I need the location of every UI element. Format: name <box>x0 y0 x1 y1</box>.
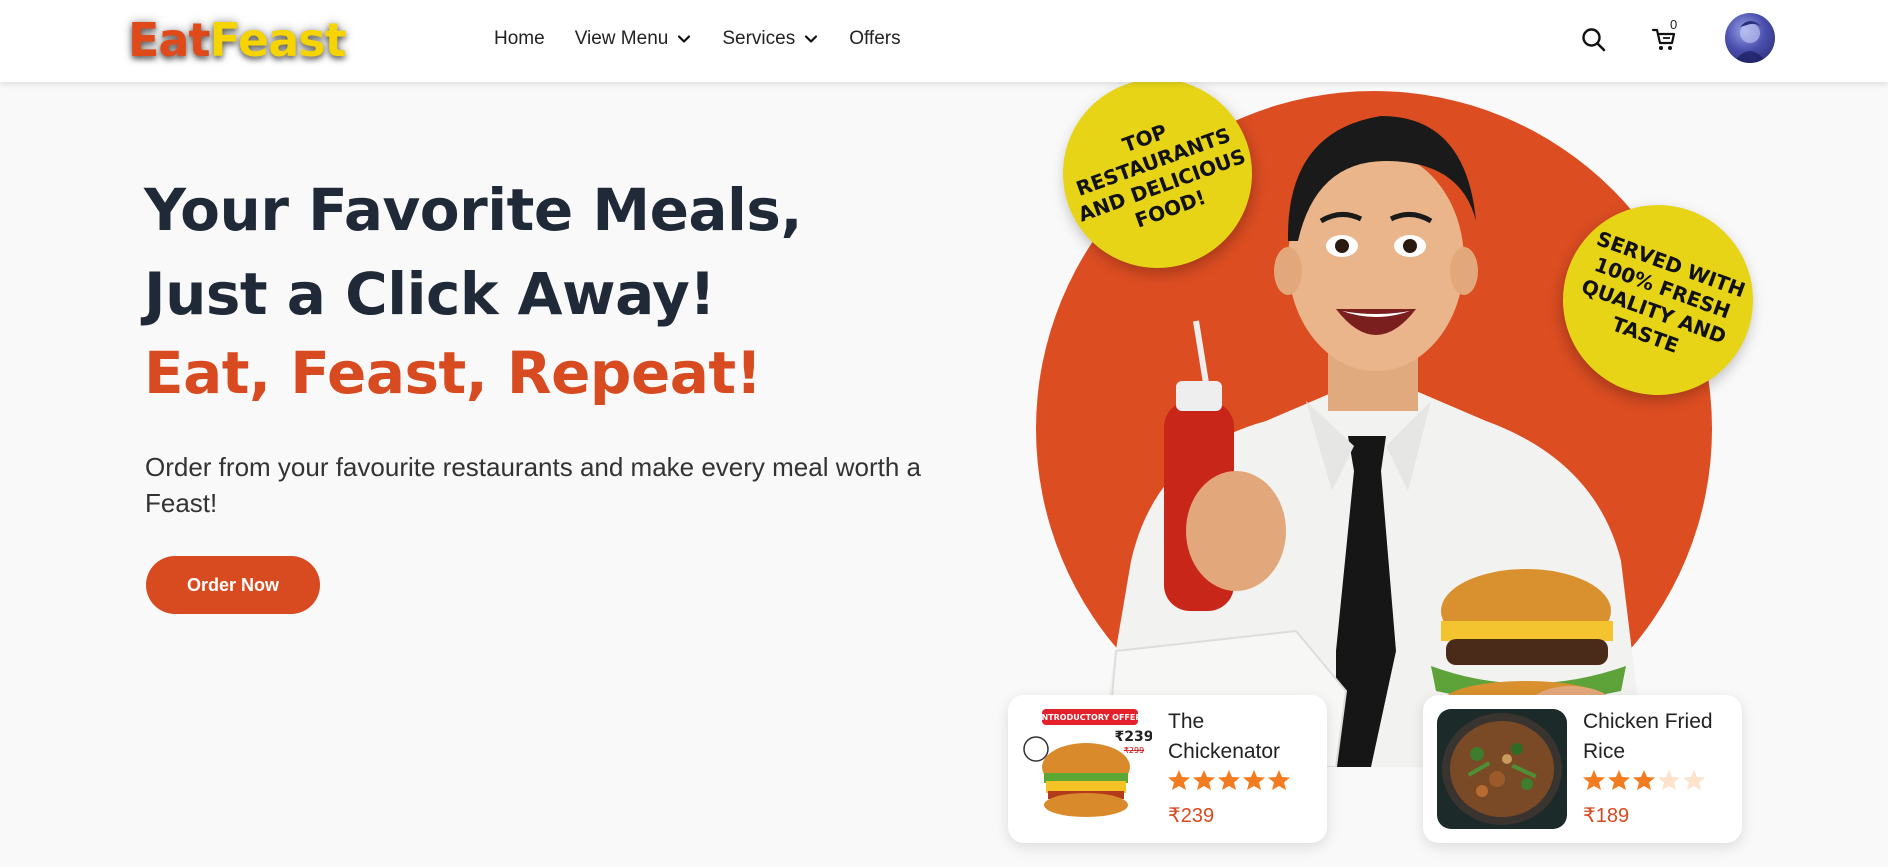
user-avatar[interactable] <box>1725 13 1775 63</box>
nav-home[interactable]: Home <box>494 28 545 50</box>
product-card[interactable]: INTRODUCTORY OFFER ₹239 ₹299 The Chicken… <box>1008 695 1327 843</box>
star-filled-icon <box>1633 770 1655 790</box>
product-name: The Chickenator <box>1168 710 1281 763</box>
hero-subtitle: Order from your favourite restaurants an… <box>145 452 921 518</box>
main-nav: Home View Menu Services Offers <box>494 0 931 78</box>
chevron-down-icon <box>805 35 818 43</box>
navbar: EatFeast Home View Menu Services Offers … <box>0 0 1888 82</box>
product-card[interactable]: Chicken Fried Rice ₹189 <box>1423 695 1742 843</box>
search-icon[interactable] <box>1580 26 1608 54</box>
star-filled-icon <box>1608 770 1630 790</box>
nav-offers-label: Offers <box>849 28 901 49</box>
cart-count-badge: 0 <box>1670 17 1678 32</box>
logo-part-2: Feast <box>209 13 346 67</box>
image-old-price: ₹299 <box>1124 746 1144 755</box>
hero-tagline: Eat, Feast, Repeat! <box>144 339 762 407</box>
offer-label: INTRODUCTORY OFFER <box>1038 713 1141 722</box>
brand-logo[interactable]: EatFeast <box>128 12 347 68</box>
product-name: Chicken Fried Rice <box>1583 710 1713 763</box>
chevron-down-icon <box>678 35 691 43</box>
star-filled-icon <box>1268 770 1290 790</box>
star-filled-icon <box>1218 770 1240 790</box>
nav-services-label: Services <box>722 28 796 49</box>
image-price: ₹239 <box>1115 729 1152 745</box>
star-empty-icon <box>1683 770 1705 790</box>
star-filled-icon <box>1583 770 1605 790</box>
hero-title: Your Favorite Meals, Just a Click Away! <box>144 168 803 336</box>
nav-offers[interactable]: Offers <box>849 28 900 50</box>
avatar-image <box>1733 21 1767 63</box>
hero-title-line-1: Your Favorite Meals, <box>144 176 803 244</box>
product-image-fried-rice <box>1437 709 1567 829</box>
star-filled-icon <box>1193 770 1215 790</box>
nav-home-label: Home <box>494 28 545 49</box>
nav-view-menu-label: View Menu <box>574 28 669 49</box>
product-image-chickenator: INTRODUCTORY OFFER ₹239 ₹299 <box>1022 709 1152 829</box>
product-price: ₹239 <box>1168 805 1215 827</box>
star-filled-icon <box>1243 770 1265 790</box>
product-rating <box>1582 769 1707 791</box>
product-rating <box>1167 769 1292 791</box>
nav-view-menu[interactable]: View Menu <box>575 28 693 50</box>
hero-title-line-2: Just a Click Away! <box>144 260 716 328</box>
product-price: ₹189 <box>1583 805 1630 827</box>
star-empty-icon <box>1658 770 1680 790</box>
nav-services[interactable]: Services <box>722 28 819 50</box>
star-filled-icon <box>1168 770 1190 790</box>
order-now-button[interactable]: Order Now <box>146 556 320 614</box>
logo-part-1: Eat <box>128 13 210 67</box>
